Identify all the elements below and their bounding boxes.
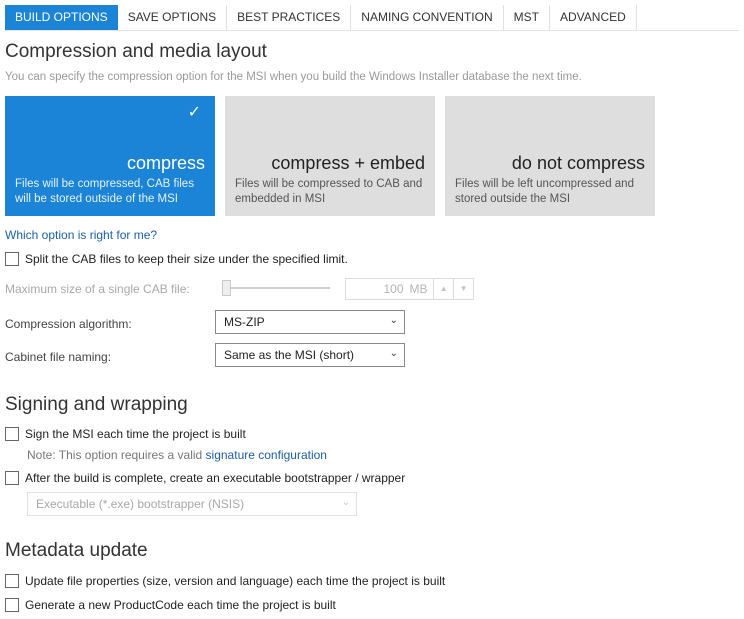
productcode-label: Generate a new ProductCode each time the… [25,598,336,612]
split-cab-label: Split the CAB files to keep their size u… [25,252,348,266]
signing-note-text: Note: This option requires a valid [27,448,206,462]
chevron-down-icon: ⌄ [389,315,398,326]
productcode-row: Generate a new ProductCode each time the… [5,598,336,612]
wrap-row: After the build is complete, create an e… [5,471,405,485]
algorithm-select[interactable]: MS-ZIP ⌄ [215,310,405,334]
chevron-down-icon: ⌄ [341,497,350,508]
tab-save-options[interactable]: SAVE OPTIONS [118,5,228,31]
productcode-checkbox[interactable] [5,598,19,612]
compression-section-title: Compression and media layout [5,41,267,62]
cabinet-naming-value: Same as the MSI (short) [224,348,355,362]
max-size-value: 100 [383,282,404,296]
tab-mst[interactable]: MST [504,5,550,31]
tab-build-options[interactable]: BUILD OPTIONS [5,5,118,31]
help-link[interactable]: Which option is right for me? [5,228,157,242]
card-compress-description: Files will be compressed, CAB files will… [15,178,194,205]
tab-naming-convention[interactable]: NAMING CONVENTION [351,5,504,31]
wrap-checkbox[interactable] [5,471,19,485]
max-size-stepper[interactable]: 100 MB ▲ ▼ [345,278,474,300]
metadata-section-title: Metadata update [5,540,148,561]
signing-section-title: Signing and wrapping [5,394,188,415]
wrap-type-value: Executable (*.exe) bootstrapper (NSIS) [36,497,245,511]
max-size-unit: MB [409,282,428,296]
card-compress[interactable]: ✓ compress Files will be compressed, CAB… [5,96,215,216]
card-compress-embed-title: compress + embed [271,153,425,173]
card-do-not-compress-title: do not compress [511,153,645,173]
cabinet-naming-select[interactable]: Same as the MSI (short) ⌄ [215,343,405,367]
update-props-checkbox[interactable] [5,574,19,588]
tab-advanced[interactable]: ADVANCED [550,5,637,31]
spin-up-icon[interactable]: ▲ [433,279,453,299]
tab-divider [5,30,739,31]
algorithm-label: Compression algorithm: [5,317,132,331]
spin-down-icon[interactable]: ▼ [453,279,473,299]
update-props-row: Update file properties (size, version an… [5,574,445,588]
split-cab-checkbox[interactable] [5,252,19,266]
checkmark-icon: ✓ [187,104,201,121]
cabinet-naming-label: Cabinet file naming: [5,350,112,364]
card-compress-title: compress [126,153,205,173]
card-do-not-compress-description: Files will be left uncompressed and stor… [455,178,634,205]
signature-configuration-link[interactable]: signature configuration [206,448,327,462]
chevron-down-icon: ⌄ [389,348,398,359]
tab-bar: BUILD OPTIONS SAVE OPTIONS BEST PRACTICE… [5,5,637,31]
tab-best-practices[interactable]: BEST PRACTICES [227,5,352,31]
update-props-label: Update file properties (size, version an… [25,574,446,588]
algorithm-value: MS-ZIP [224,315,265,329]
max-size-slider-track [222,287,330,289]
max-size-label: Maximum size of a single CAB file: [5,282,190,296]
wrap-label: After the build is complete, create an e… [25,471,406,485]
card-do-not-compress[interactable]: do not compress Files will be left uncom… [445,96,655,216]
card-compress-embed[interactable]: compress + embed Files will be compresse… [225,96,435,216]
compression-section-description: You can specify the compression option f… [5,71,582,83]
max-size-slider-handle[interactable] [222,280,231,296]
card-compress-embed-description: Files will be compressed to CAB and embe… [235,178,423,205]
sign-msi-label: Sign the MSI each time the project is bu… [25,427,246,441]
sign-msi-checkbox[interactable] [5,427,19,441]
signing-note: Note: This option requires a valid signa… [27,448,327,462]
split-cab-row: Split the CAB files to keep their size u… [5,252,348,266]
wrap-type-select[interactable]: Executable (*.exe) bootstrapper (NSIS) ⌄ [27,492,357,516]
sign-msi-row: Sign the MSI each time the project is bu… [5,427,246,441]
